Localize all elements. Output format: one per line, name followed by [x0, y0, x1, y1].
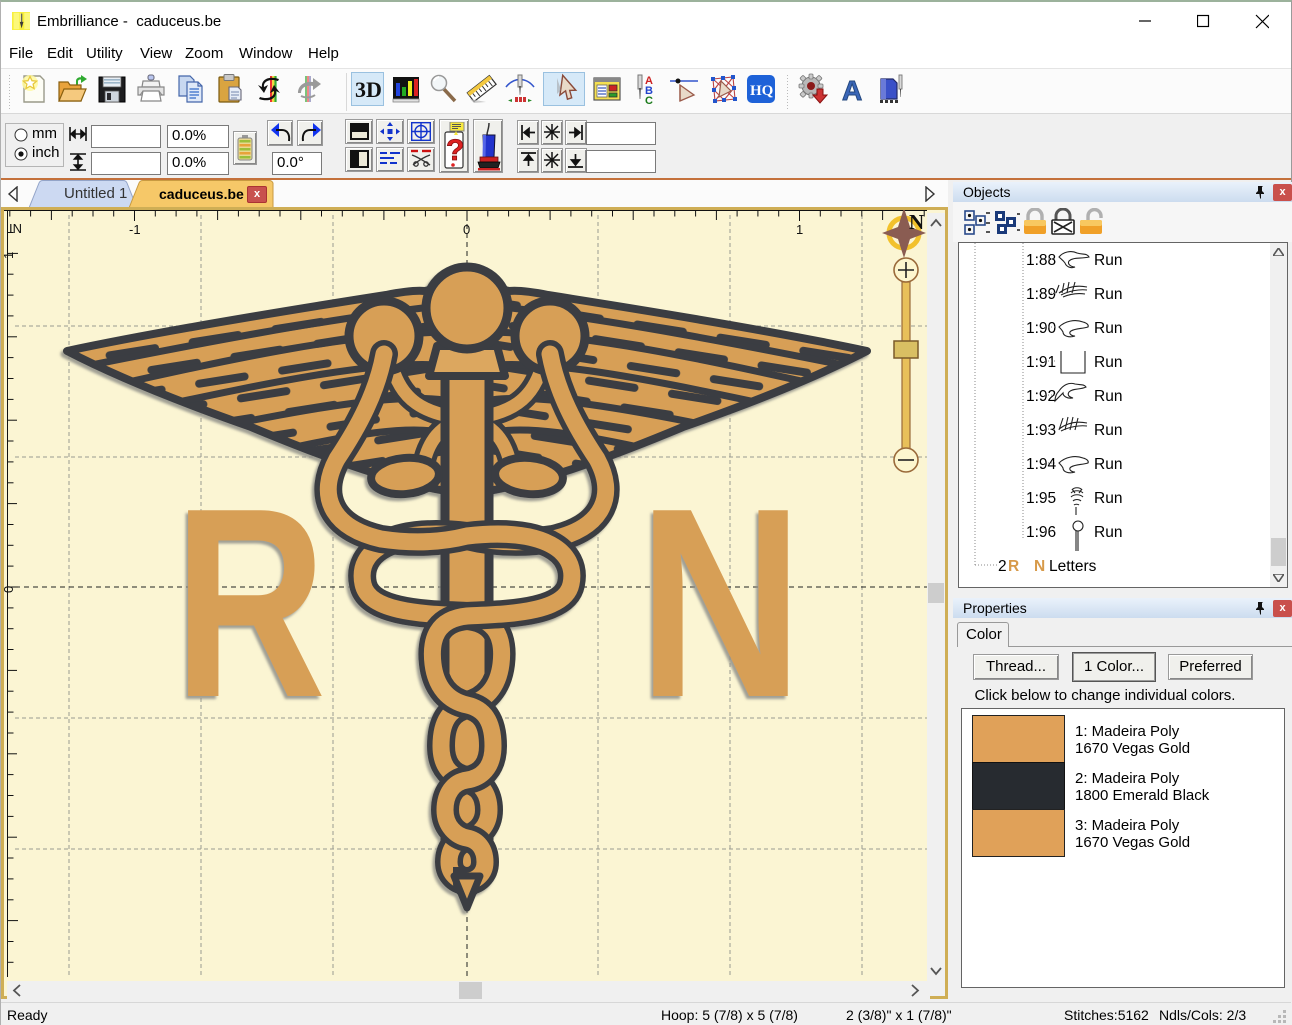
svg-text:0: 0 [463, 222, 470, 237]
svg-text:C: C [645, 95, 653, 106]
svg-text:0: 0 [4, 586, 16, 593]
svg-text:3D: 3D [355, 77, 382, 102]
svg-text:1:95: 1:95 [1026, 490, 1056, 507]
svg-text:Run: Run [1094, 388, 1122, 405]
svg-text:-1: -1 [129, 222, 141, 237]
svg-text:R: R [174, 453, 326, 754]
svg-text:1:96: 1:96 [1026, 524, 1056, 541]
svg-text:2: 2 [998, 558, 1007, 575]
svg-text:Letters: Letters [1049, 558, 1097, 575]
svg-text:IN: IN [9, 221, 22, 236]
svg-text:1: 1 [4, 252, 16, 259]
svg-text:1:93: 1:93 [1026, 422, 1056, 439]
svg-text:1:89: 1:89 [1026, 286, 1056, 303]
svg-text:?: ? [446, 134, 464, 167]
svg-text:Run: Run [1094, 422, 1122, 439]
svg-text:Run: Run [1094, 286, 1122, 303]
svg-text:1:92: 1:92 [1026, 388, 1056, 405]
svg-text:Run: Run [1094, 320, 1122, 337]
svg-text:N: N [638, 453, 803, 754]
svg-text:N: N [1034, 558, 1045, 575]
svg-text:1:91: 1:91 [1026, 354, 1056, 371]
svg-text:1:90: 1:90 [1026, 320, 1057, 337]
svg-text:Run: Run [1094, 490, 1122, 507]
svg-text:1:88: 1:88 [1026, 252, 1056, 269]
svg-text:1:94: 1:94 [1026, 456, 1057, 473]
svg-text:R: R [1008, 558, 1019, 575]
svg-text:Run: Run [1094, 524, 1122, 541]
svg-text:1: 1 [796, 222, 803, 237]
svg-text:N: N [909, 210, 924, 234]
svg-text:HQ: HQ [750, 83, 774, 99]
svg-text:Run: Run [1094, 456, 1122, 473]
svg-text:A: A [842, 75, 862, 106]
svg-text:Run: Run [1094, 252, 1122, 269]
svg-text:Run: Run [1094, 354, 1122, 371]
